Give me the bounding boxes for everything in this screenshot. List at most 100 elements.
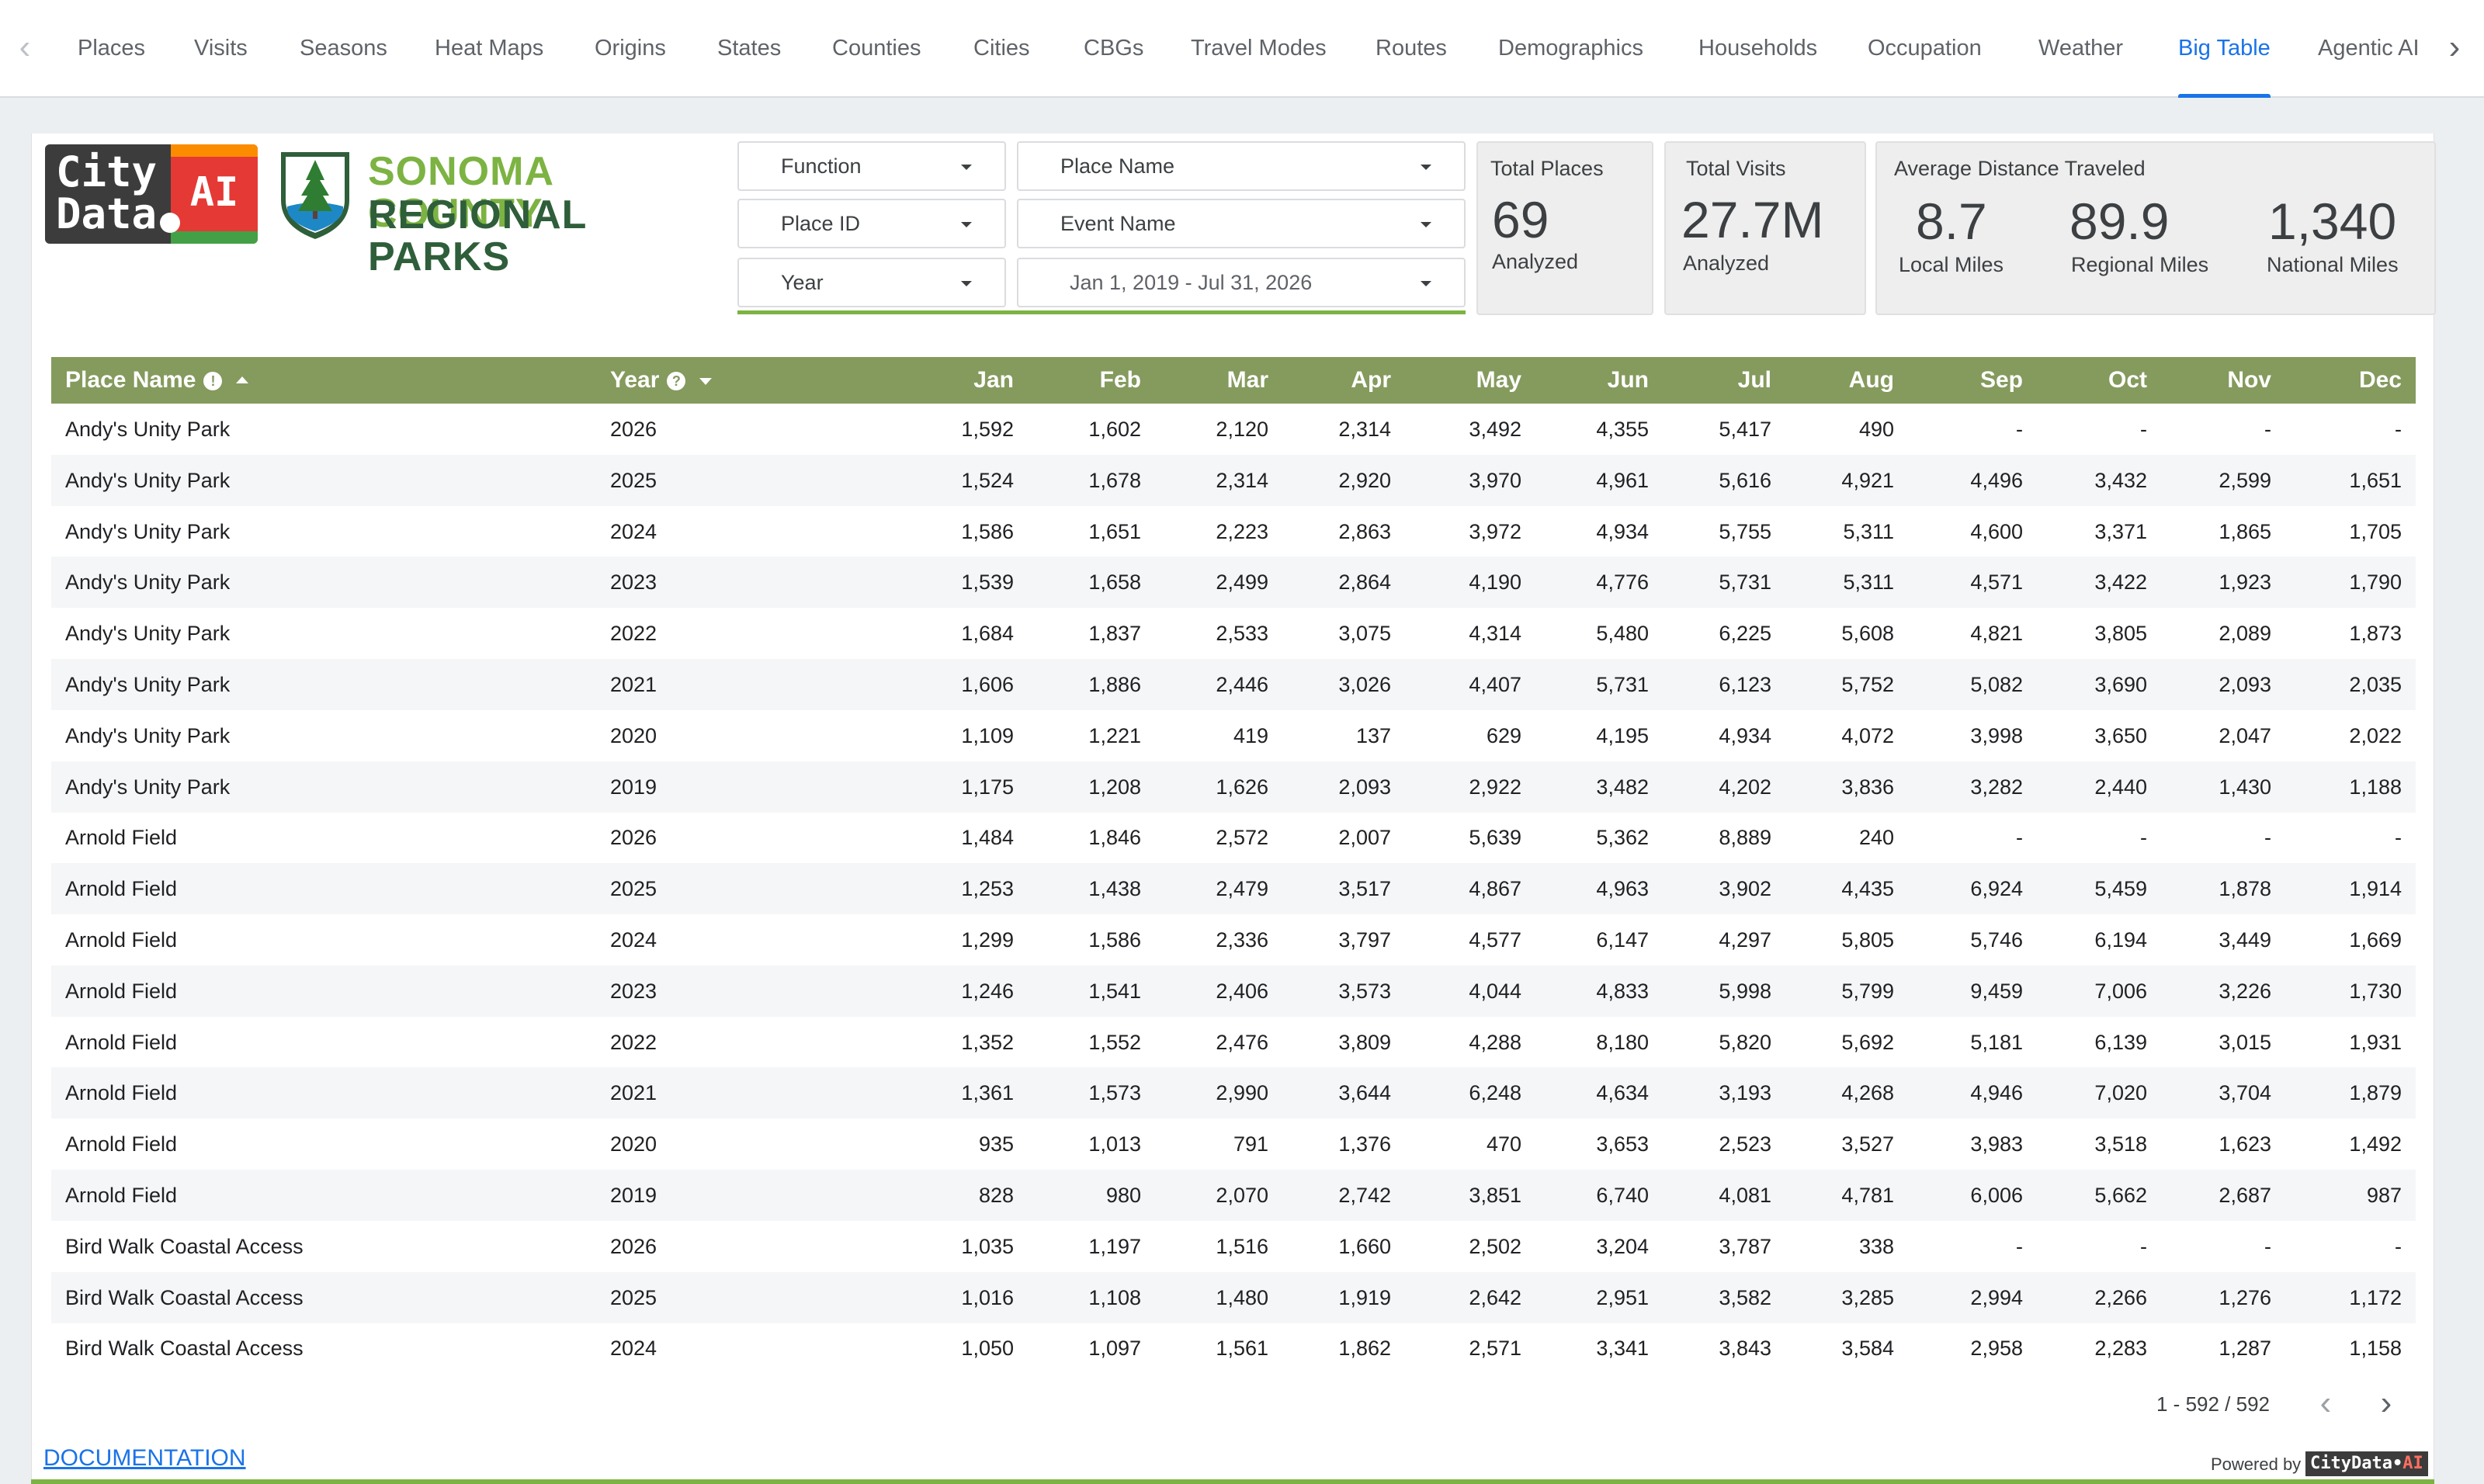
cell-jan: 1,299	[961, 928, 1014, 952]
info-icon[interactable]: !	[203, 372, 223, 390]
chevron-down-icon	[1421, 281, 1431, 286]
cell-place-name: Bird Walk Coastal Access	[65, 1235, 304, 1258]
col-jan-header[interactable]: Jan	[905, 357, 1014, 404]
event-name-filter-label: Event Name	[1060, 212, 1176, 235]
cell-aug: 5,805	[1841, 928, 1894, 952]
col-place-name-header[interactable]: Place Name!	[65, 357, 249, 404]
cell-may: 629	[1486, 724, 1521, 747]
tab-households[interactable]: Households	[1698, 0, 1817, 98]
cell-jun: 5,731	[1596, 673, 1649, 696]
cell-sep: 4,600	[1970, 520, 2023, 543]
tab-places[interactable]: Places	[78, 0, 145, 98]
tab-travel-modes[interactable]: Travel Modes	[1191, 0, 1327, 98]
tab-visits[interactable]: Visits	[194, 0, 248, 98]
cell-may: 3,972	[1469, 520, 1521, 543]
chevron-down-icon	[1421, 165, 1431, 170]
cell-apr: 2,863	[1338, 520, 1391, 543]
cell-aug: 5,752	[1841, 673, 1894, 696]
cell-jan: 1,352	[961, 1031, 1014, 1054]
tab-states[interactable]: States	[717, 0, 781, 98]
event-name-filter[interactable]: Event Name	[1017, 199, 1466, 248]
nav-next-icon[interactable]: ›	[2439, 28, 2470, 67]
tab-cbgs[interactable]: CBGs	[1084, 0, 1143, 98]
tab-demographics[interactable]: Demographics	[1498, 0, 1643, 98]
cell-dec: 1,914	[2349, 877, 2402, 900]
total-visits-value: 27.7M	[1681, 191, 1824, 248]
cell-nov: 3,704	[2219, 1081, 2271, 1104]
cell-mar: 2,446	[1216, 673, 1268, 696]
cell-year: 2026	[610, 1235, 657, 1258]
total-visits-box: Total Visits 27.7M Analyzed	[1664, 141, 1866, 315]
cell-oct: 3,650	[2094, 724, 2147, 747]
tab-weather[interactable]: Weather	[2038, 0, 2123, 98]
cell-jun: 3,341	[1596, 1337, 1649, 1360]
cell-dec: 1,172	[2349, 1286, 2402, 1309]
tab-origins[interactable]: Origins	[595, 0, 666, 98]
function-filter[interactable]: Function	[737, 141, 1006, 191]
cell-year: 2021	[610, 673, 657, 696]
col-aug-header[interactable]: Aug	[1785, 357, 1894, 404]
chevron-down-icon	[961, 165, 972, 170]
sort-descending-icon[interactable]	[699, 378, 713, 385]
sort-ascending-icon[interactable]	[236, 376, 249, 383]
cell-jun: 4,833	[1596, 980, 1649, 1003]
place-id-filter[interactable]: Place ID	[737, 199, 1006, 248]
cell-mar: 419	[1233, 724, 1268, 747]
tab-cities[interactable]: Cities	[973, 0, 1030, 98]
cell-jan: 1,016	[961, 1286, 1014, 1309]
col-dec-header[interactable]: Dec	[2293, 357, 2402, 404]
cell-aug: 490	[1858, 418, 1894, 441]
cell-apr: 3,797	[1338, 928, 1391, 952]
previous-page-icon[interactable]: ‹	[2310, 1386, 2341, 1420]
col-jul-header[interactable]: Jul	[1663, 357, 1771, 404]
cell-apr: 2,093	[1338, 775, 1391, 799]
local-miles-value: 8.7	[1916, 192, 1987, 250]
next-page-icon[interactable]: ›	[2371, 1386, 2402, 1420]
tab-seasons[interactable]: Seasons	[300, 0, 387, 98]
cell-feb: 1,013	[1088, 1132, 1141, 1156]
tab-big-table[interactable]: Big Table	[2178, 0, 2271, 98]
cell-feb: 1,108	[1088, 1286, 1141, 1309]
col-nov-header[interactable]: Nov	[2163, 357, 2271, 404]
cell-year: 2024	[610, 520, 657, 543]
cell-nov: 2,047	[2219, 724, 2271, 747]
cell-place-name: Arnold Field	[65, 1184, 178, 1207]
cell-jun: 2,951	[1596, 1286, 1649, 1309]
tab-routes[interactable]: Routes	[1376, 0, 1447, 98]
tab-heat-maps[interactable]: Heat Maps	[435, 0, 543, 98]
cell-dec: 1,873	[2349, 622, 2402, 645]
tab-agentic-ai[interactable]: Agentic AI	[2318, 0, 2420, 98]
powered-by-citydata-logo[interactable]: CityData•AI	[2305, 1451, 2428, 1476]
col-oct-header[interactable]: Oct	[2038, 357, 2147, 404]
col-jun-header[interactable]: Jun	[1540, 357, 1649, 404]
cell-nov: 2,599	[2219, 469, 2271, 492]
cell-may: 5,639	[1469, 826, 1521, 849]
col-feb-header[interactable]: Feb	[1032, 357, 1141, 404]
col-year-header[interactable]: Year?	[610, 357, 713, 404]
col-may-header[interactable]: May	[1413, 357, 1521, 404]
tab-occupation[interactable]: Occupation	[1868, 0, 1982, 98]
date-range-picker[interactable]: Jan 1, 2019 - Jul 31, 2026	[1017, 258, 1466, 307]
tab-counties[interactable]: Counties	[832, 0, 921, 98]
col-apr-header[interactable]: Apr	[1282, 357, 1391, 404]
place-name-filter[interactable]: Place Name	[1017, 141, 1466, 191]
cell-jan: 1,361	[961, 1081, 1014, 1104]
cell-sep: -	[2016, 1235, 2023, 1258]
cell-nov: -	[2264, 826, 2271, 849]
cell-oct: -	[2140, 826, 2147, 849]
cell-jun: 4,776	[1596, 570, 1649, 594]
cell-oct: 3,805	[2094, 622, 2147, 645]
cell-apr: 3,573	[1338, 980, 1391, 1003]
nav-prev-icon[interactable]: ‹	[9, 28, 40, 67]
cell-jul: 4,081	[1719, 1184, 1771, 1207]
help-icon[interactable]: ?	[667, 372, 686, 390]
documentation-link[interactable]: DOCUMENTATION	[43, 1445, 246, 1472]
year-filter[interactable]: Year	[737, 258, 1006, 307]
cell-nov: 1,865	[2219, 520, 2271, 543]
cell-sep: -	[2016, 418, 2023, 441]
cell-oct: 3,422	[2094, 570, 2147, 594]
citydata-logo: City Data AI	[45, 144, 258, 244]
col-mar-header[interactable]: Mar	[1160, 357, 1268, 404]
regional-miles-value: 89.9	[2069, 192, 2170, 250]
col-sep-header[interactable]: Sep	[1914, 357, 2023, 404]
